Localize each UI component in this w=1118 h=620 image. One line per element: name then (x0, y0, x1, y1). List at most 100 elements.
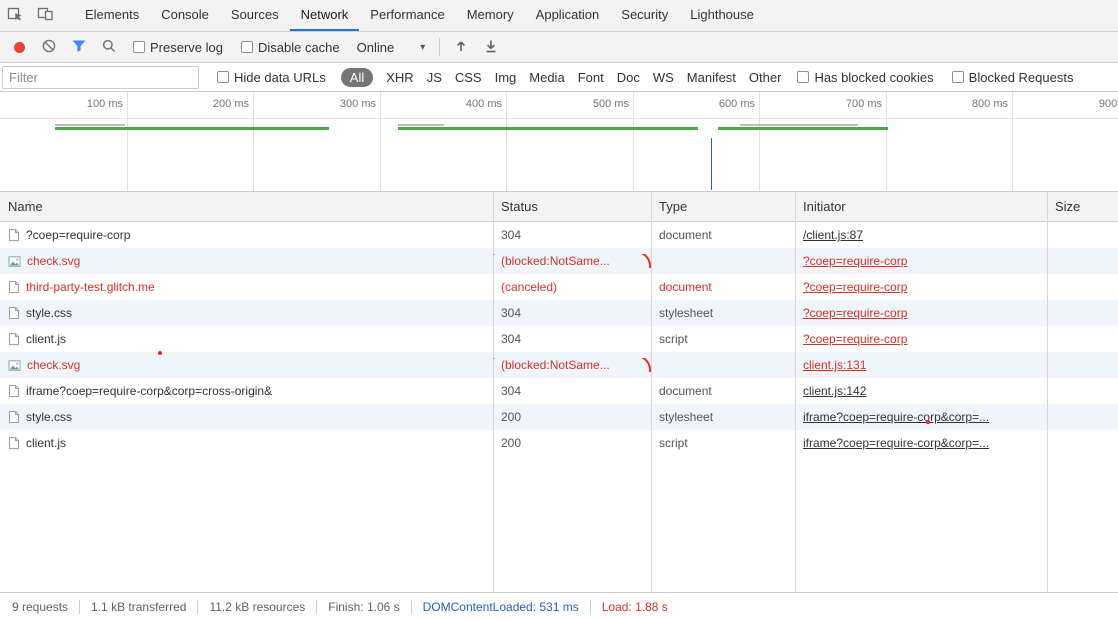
has-blocked-cookies-checkbox[interactable]: Has blocked cookies (797, 70, 933, 85)
finish-time: Finish: 1.06 s (328, 600, 399, 614)
column-header-status[interactable]: Status (493, 199, 651, 214)
hide-data-urls-checkbox[interactable]: Hide data URLs (217, 70, 326, 85)
tab-console[interactable]: Console (150, 0, 220, 31)
disable-cache-checkbox[interactable]: Disable cache (241, 40, 340, 55)
table-row[interactable]: check.svg(blocked:NotSame...client.js:13… (0, 352, 1118, 378)
initiator-link[interactable]: /client.js:87 (803, 228, 863, 242)
column-header-name[interactable]: Name (0, 199, 493, 214)
toolbar-divider (439, 38, 440, 56)
request-name-cell: style.css (0, 410, 493, 424)
tab-performance[interactable]: Performance (359, 0, 455, 31)
inspect-cursor-icon (7, 6, 24, 25)
timeline-overview[interactable]: 100 ms200 ms300 ms400 ms500 ms600 ms700 … (0, 92, 1118, 192)
status-cell: 304 (493, 228, 651, 242)
initiator-link[interactable]: ?coep=require-corp (803, 332, 907, 346)
initiator-link[interactable]: client.js:142 (803, 384, 866, 398)
tab-elements[interactable]: Elements (74, 0, 150, 31)
tab-lighthouse[interactable]: Lighthouse (679, 0, 765, 31)
status-divider (590, 600, 591, 614)
type-filter-all[interactable]: All (341, 68, 373, 87)
preserve-log-checkbox[interactable]: Preserve log (133, 40, 223, 55)
status-cell: 304 (493, 306, 651, 320)
status-text: 304 (501, 228, 521, 242)
table-row[interactable]: check.svg(blocked:NotSame...?coep=requir… (0, 248, 1118, 274)
devtools-window: ElementsConsoleSourcesNetworkPerformance… (0, 0, 1118, 620)
type-filter-manifest[interactable]: Manifest (687, 70, 736, 85)
type-filter-font[interactable]: Font (578, 70, 604, 85)
request-name: third-party-test.glitch.me (26, 280, 155, 294)
column-header-size[interactable]: Size (1047, 199, 1118, 214)
checkbox-icon (952, 71, 964, 83)
type-cell: document (651, 384, 795, 398)
type-filter-media[interactable]: Media (529, 70, 564, 85)
table-row[interactable]: ?coep=require-corp304document/client.js:… (0, 222, 1118, 248)
disable-cache-label: Disable cache (258, 40, 340, 55)
requests-table: Name Status Type Initiator Size ?coep=re… (0, 192, 1118, 592)
column-header-initiator[interactable]: Initiator (795, 199, 1047, 214)
request-name: client.js (26, 332, 66, 346)
type-filter-xhr[interactable]: XHR (386, 70, 413, 85)
timeline-tick-label: 100 ms (51, 98, 123, 110)
table-row[interactable]: style.css304stylesheet?coep=require-corp (0, 300, 1118, 326)
tab-memory[interactable]: Memory (456, 0, 525, 31)
upload-arrow-icon (453, 38, 469, 57)
waterfall-bar (718, 127, 888, 130)
inspect-element-button[interactable] (0, 0, 30, 31)
filter-toggle-button[interactable] (64, 39, 94, 56)
waterfall-bar (740, 124, 858, 126)
initiator-link[interactable]: ?coep=require-corp (803, 254, 907, 268)
filter-input[interactable] (2, 66, 199, 89)
tab-application[interactable]: Application (525, 0, 611, 31)
type-filter-ws[interactable]: WS (653, 70, 674, 85)
export-har-button[interactable] (476, 38, 506, 57)
initiator-link[interactable]: client.js:131 (803, 358, 866, 372)
status-bar: 9 requests 1.1 kB transferred 11.2 kB re… (0, 592, 1118, 620)
initiator-cell: iframe?coep=require-corp&corp=... (795, 436, 1047, 450)
waterfall-bar (55, 124, 125, 126)
clear-icon (41, 38, 57, 57)
tab-sources[interactable]: Sources (220, 0, 290, 31)
request-name-cell: check.svg (0, 254, 493, 268)
type-filter-doc[interactable]: Doc (617, 70, 640, 85)
type-filter-other[interactable]: Other (749, 70, 782, 85)
initiator-link[interactable]: ?coep=require-corp (803, 306, 907, 320)
load-time: Load: 1.88 s (602, 600, 668, 614)
initiator-link[interactable]: iframe?coep=require-corp&corp=... (803, 436, 989, 450)
waterfall-bar (398, 124, 444, 126)
table-row[interactable]: client.js200scriptiframe?coep=require-co… (0, 430, 1118, 456)
device-toolbar-button[interactable] (30, 0, 60, 31)
request-name: iframe?coep=require-corp&corp=cross-orig… (26, 384, 272, 398)
clear-network-log-button[interactable] (34, 38, 64, 57)
type-filter-js[interactable]: JS (427, 70, 442, 85)
search-button[interactable] (94, 38, 124, 57)
resource-type-filters: All XHR JS CSS Img Media Font Doc WS Manifest Othe… (341, 68, 782, 87)
throttling-dropdown[interactable]: Online ▾ (357, 40, 426, 55)
column-header-type[interactable]: Type (651, 199, 795, 214)
blocked-requests-checkbox[interactable]: Blocked Requests (952, 70, 1074, 85)
image-icon (8, 255, 21, 268)
status-cell: 304 (493, 332, 651, 346)
initiator-link[interactable]: iframe?coep=require-corp&corp=... (803, 410, 989, 424)
type-filter-img[interactable]: Img (495, 70, 517, 85)
import-har-button[interactable] (446, 38, 476, 57)
record-network-log-button[interactable] (4, 42, 34, 53)
timeline-gridline (1012, 92, 1013, 191)
status-text: 304 (501, 384, 521, 398)
table-row[interactable]: client.js304script?coep=require-corp (0, 326, 1118, 352)
chevron-down-icon: ▾ (420, 42, 425, 53)
timeline-gridline (886, 92, 887, 191)
tab-network[interactable]: Network (290, 0, 360, 31)
initiator-link[interactable]: ?coep=require-corp (803, 280, 907, 294)
table-row[interactable]: iframe?coep=require-corp&corp=cross-orig… (0, 378, 1118, 404)
requests-count: 9 requests (12, 600, 68, 614)
type-filter-css[interactable]: CSS (455, 70, 482, 85)
status-text: (blocked:NotSame... (501, 358, 610, 372)
table-row[interactable]: style.css200stylesheetiframe?coep=requir… (0, 404, 1118, 430)
type-cell: document (651, 280, 795, 294)
dom-content-loaded-marker-line (711, 138, 712, 190)
tab-security[interactable]: Security (610, 0, 679, 31)
table-row[interactable]: third-party-test.glitch.me (canceled) docu… (0, 274, 1118, 300)
record-icon (14, 42, 25, 53)
status-text: (canceled) (501, 280, 557, 294)
initiator-cell: ?coep=require-corp (795, 306, 1047, 320)
